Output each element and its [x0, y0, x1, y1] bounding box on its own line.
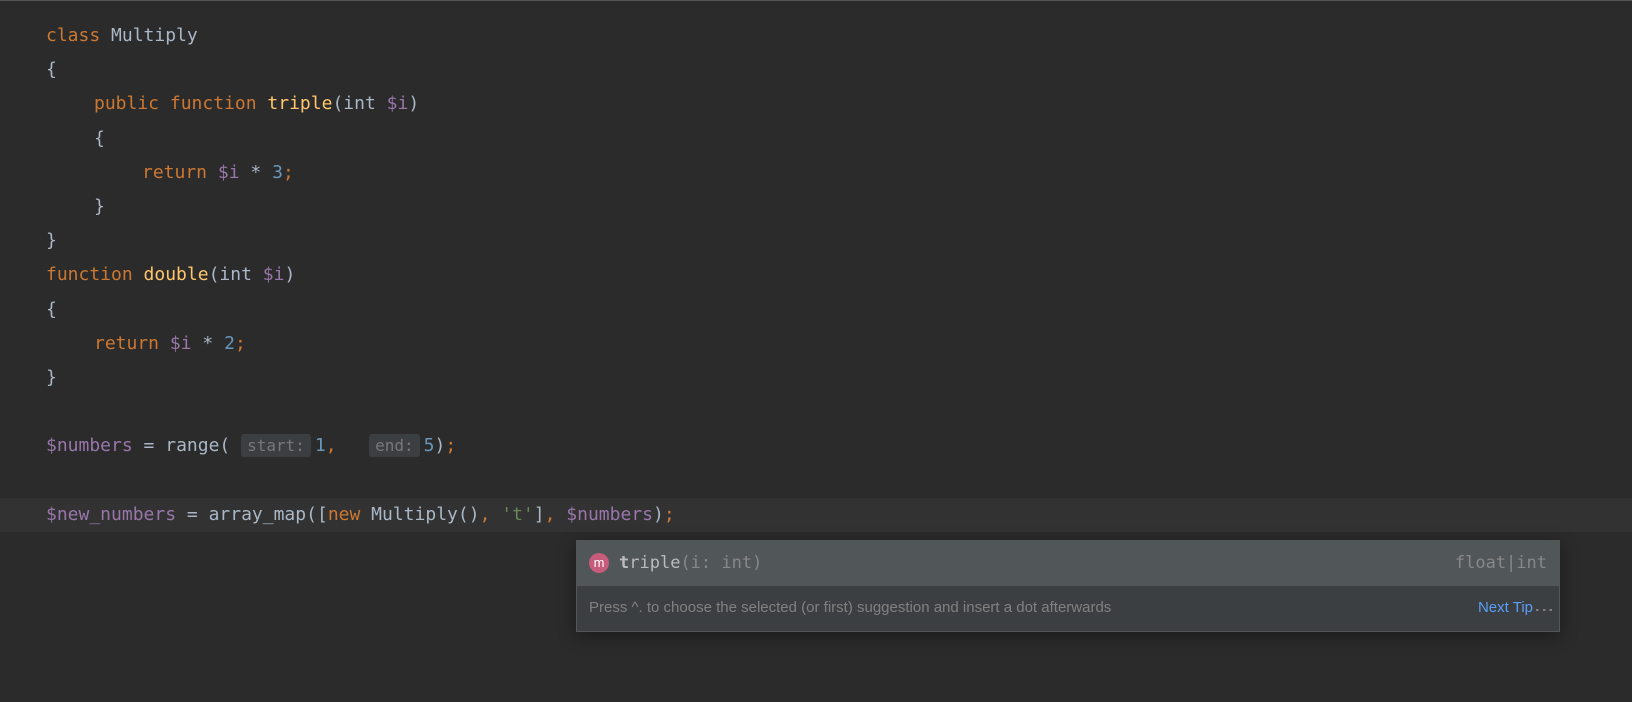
- code-line-active[interactable]: $new_numbers = array_map([new Multiply()…: [0, 498, 1632, 532]
- kebab-menu-icon[interactable]: ⋮: [1541, 600, 1547, 618]
- number-1: 1: [315, 435, 326, 456]
- keyword-class: class: [46, 25, 100, 46]
- var-new-numbers: $new_numbers: [46, 504, 176, 525]
- completion-return-type: float|int: [1455, 547, 1547, 579]
- paren-close: ): [653, 504, 664, 525]
- completion-item[interactable]: m triple(i: int) float|int: [577, 541, 1559, 585]
- brace-close: }: [46, 367, 57, 388]
- semicolon: ;: [235, 333, 246, 354]
- code-line[interactable]: function double(int $i): [0, 258, 1632, 292]
- brace-open: {: [46, 299, 57, 320]
- brace-close: }: [94, 196, 105, 217]
- comma: ,: [545, 504, 556, 525]
- keyword-return: return: [94, 333, 159, 354]
- code-line[interactable]: }: [0, 190, 1632, 224]
- op-mul: *: [250, 162, 261, 183]
- keyword-function: function: [170, 93, 257, 114]
- number-2: 2: [224, 333, 235, 354]
- number-5: 5: [424, 435, 435, 456]
- top-divider: [0, 0, 1632, 1]
- semicolon: ;: [283, 162, 294, 183]
- brace-open: {: [46, 59, 57, 80]
- comma: ,: [326, 435, 337, 456]
- fn-array-map: array_map: [209, 504, 307, 525]
- keyword-function: function: [46, 264, 133, 285]
- keyword-return: return: [142, 162, 207, 183]
- op-equals: =: [144, 435, 155, 456]
- code-line[interactable]: {: [0, 122, 1632, 156]
- brace-open: {: [94, 128, 105, 149]
- type-int: int: [343, 93, 376, 114]
- brace-close: }: [46, 230, 57, 251]
- tip-text: Press ^. to choose the selected (or firs…: [589, 594, 1470, 623]
- class-ctor: Multiply: [371, 504, 458, 525]
- var-i: $i: [170, 333, 192, 354]
- param-i: $i: [387, 93, 409, 114]
- code-line[interactable]: return $i * 2;: [0, 327, 1632, 361]
- type-int: int: [219, 264, 252, 285]
- semicolon: ;: [664, 504, 675, 525]
- op-mul: *: [202, 333, 213, 354]
- op-equals: =: [187, 504, 198, 525]
- keyword-public: public: [94, 93, 159, 114]
- fn-range: range: [165, 435, 219, 456]
- code-line[interactable]: }: [0, 224, 1632, 258]
- class-name: Multiply: [111, 25, 198, 46]
- code-editor[interactable]: class Multiply { public function triple(…: [0, 9, 1632, 532]
- method-icon: m: [589, 553, 609, 573]
- code-line[interactable]: return $i * 3;: [0, 156, 1632, 190]
- paren-open: (: [219, 435, 230, 456]
- var-numbers: $numbers: [46, 435, 133, 456]
- code-line[interactable]: public function triple(int $i): [0, 87, 1632, 121]
- code-line[interactable]: $numbers = range( start:1, end:5);: [0, 429, 1632, 463]
- code-line[interactable]: {: [0, 293, 1632, 327]
- completion-label: triple(i: int): [619, 547, 1445, 579]
- code-line[interactable]: {: [0, 53, 1632, 87]
- bracket-close: ]: [534, 504, 545, 525]
- next-tip-link[interactable]: Next Tip: [1478, 594, 1533, 623]
- paren-close: ): [434, 435, 445, 456]
- var-numbers-arg: $numbers: [566, 504, 653, 525]
- paren-close: ): [408, 93, 419, 114]
- empty-line[interactable]: [0, 463, 1632, 497]
- string-t: 't': [501, 504, 534, 525]
- autocomplete-popup: m triple(i: int) float|int Press ^. to c…: [576, 540, 1560, 632]
- number-3: 3: [272, 162, 283, 183]
- comma: ,: [480, 504, 491, 525]
- keyword-new: new: [328, 504, 361, 525]
- paren-open: (: [209, 264, 220, 285]
- var-i: $i: [218, 162, 240, 183]
- semicolon: ;: [445, 435, 456, 456]
- code-line[interactable]: }: [0, 361, 1632, 395]
- method-name: triple: [267, 93, 332, 114]
- paren-open: (: [306, 504, 317, 525]
- paren-open: (: [332, 93, 343, 114]
- empty-args: (): [458, 504, 480, 525]
- code-line[interactable]: class Multiply: [0, 19, 1632, 53]
- paren-close: ): [284, 264, 295, 285]
- param-i: $i: [263, 264, 285, 285]
- param-hint-end: end:: [369, 434, 420, 457]
- empty-line[interactable]: [0, 395, 1632, 429]
- completion-tip-bar: Press ^. to choose the selected (or firs…: [577, 585, 1559, 631]
- bracket-open: [: [317, 504, 328, 525]
- param-hint-start: start:: [241, 434, 311, 457]
- function-name: double: [144, 264, 209, 285]
